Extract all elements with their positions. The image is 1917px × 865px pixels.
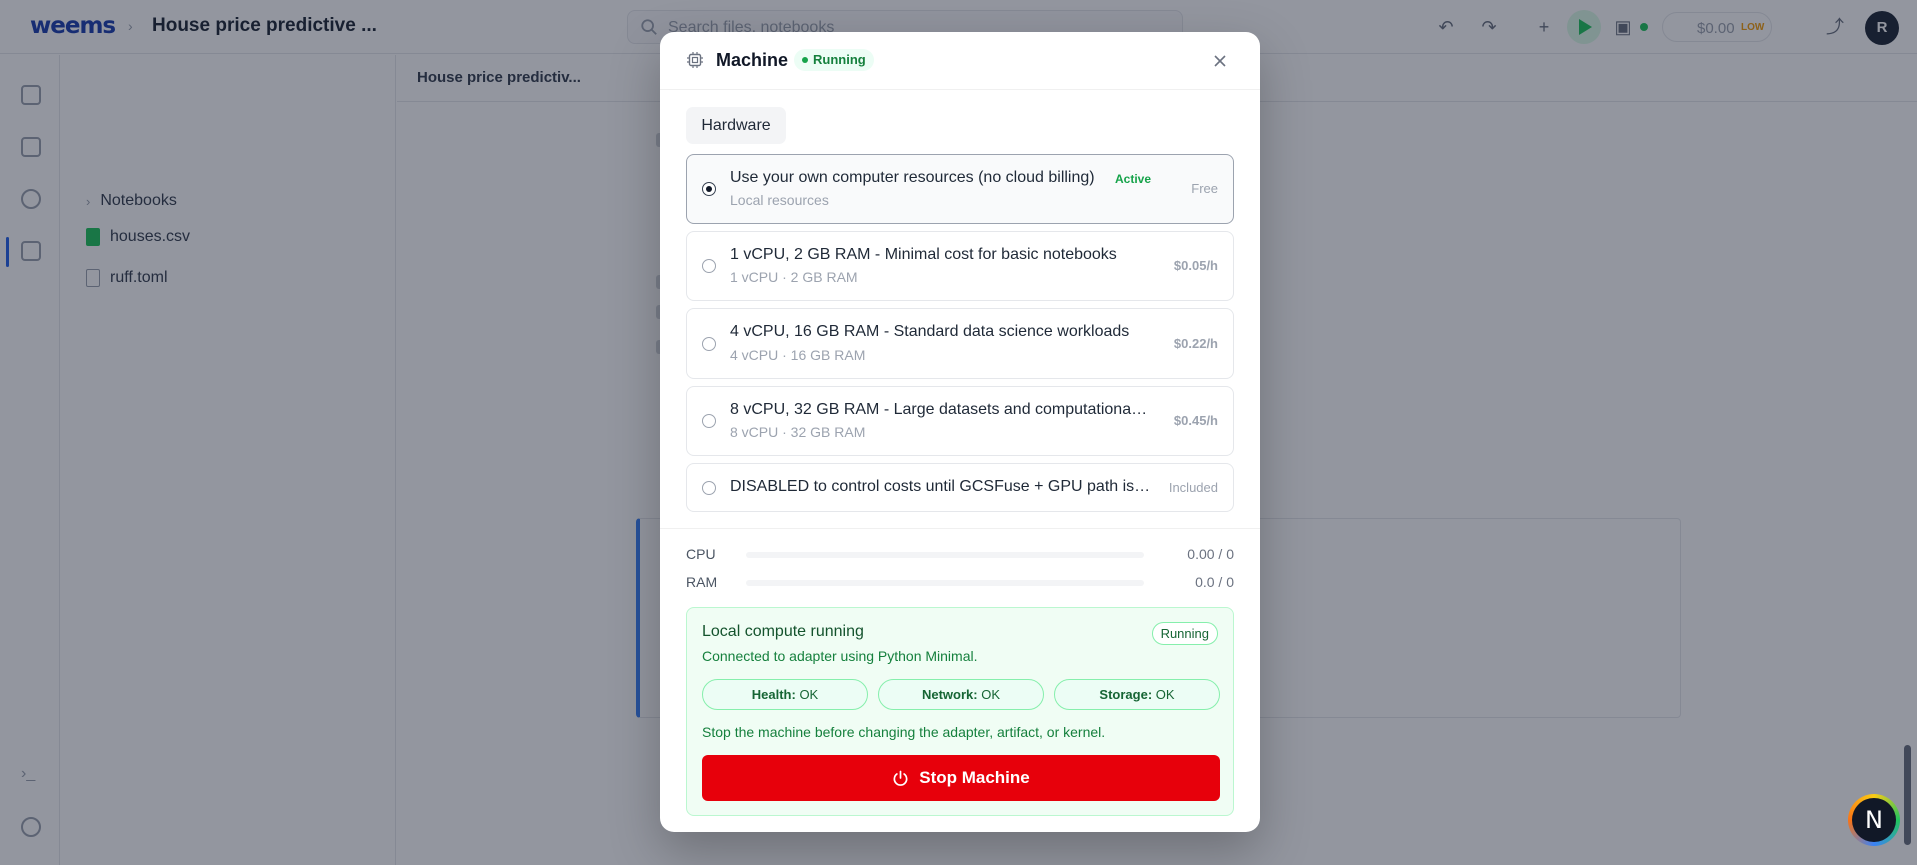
- assistant-initial: N: [1852, 798, 1896, 842]
- check-value: OK: [981, 687, 1001, 702]
- status-badge: Running: [794, 49, 874, 71]
- storage-check-pill: Storage: OK: [1054, 679, 1220, 710]
- option-price: $0.05/h: [1173, 258, 1218, 273]
- radio-unselected[interactable]: [702, 337, 716, 351]
- power-icon: [893, 770, 908, 786]
- option-title: 8 vCPU, 32 GB RAM - Large datasets and c…: [730, 401, 1150, 418]
- tab-hardware[interactable]: Hardware: [686, 107, 786, 144]
- compute-status-badge: Running: [1151, 622, 1218, 645]
- compute-status-title: Local compute running: [702, 623, 864, 640]
- hardware-option-gpu-disabled[interactable]: DISABLED to control costs until GCSFuse …: [686, 463, 1234, 512]
- option-price: Free: [1191, 181, 1218, 196]
- option-subtitle: 1 vCPU · 2 GB RAM: [730, 269, 858, 285]
- radio-unselected[interactable]: [702, 481, 716, 495]
- option-price: $0.45/h: [1173, 413, 1218, 428]
- option-price: Included: [1168, 480, 1218, 495]
- radio-unselected[interactable]: [702, 414, 716, 428]
- machine-dialog: Machine Running Hardware Use your own co…: [660, 32, 1260, 832]
- radio-unselected[interactable]: [702, 259, 716, 273]
- check-label: Health:: [751, 687, 796, 702]
- compute-note: Stop the machine before changing the ada…: [702, 724, 1106, 740]
- hardware-option-4vcpu[interactable]: 4 vCPU, 16 GB RAM - Standard data scienc…: [686, 308, 1234, 379]
- active-badge: Active: [1115, 172, 1152, 186]
- hardware-option-local[interactable]: Use your own computer resources (no clou…: [686, 154, 1234, 224]
- ram-meter: [746, 580, 1144, 586]
- cpu-meter-value: 0.00 / 0: [1187, 546, 1234, 562]
- section-divider: [660, 528, 1260, 529]
- cpu-meter-label: CPU: [686, 546, 716, 562]
- close-icon[interactable]: [1209, 50, 1231, 72]
- option-price: $0.22/h: [1173, 336, 1218, 351]
- check-label: Storage:: [1099, 687, 1153, 702]
- health-check-pill: Health: OK: [702, 679, 868, 710]
- check-label: Network:: [921, 687, 978, 702]
- compute-status-description: Connected to adapter using Python Minima…: [702, 648, 978, 664]
- ram-meter-label: RAM: [686, 574, 718, 590]
- cpu-chip-icon: [687, 52, 703, 68]
- radio-selected[interactable]: [702, 182, 716, 196]
- dialog-header: Machine Running: [660, 32, 1260, 90]
- option-title: 4 vCPU, 16 GB RAM - Standard data scienc…: [730, 323, 1130, 340]
- assistant-button[interactable]: N: [1848, 794, 1900, 846]
- network-check-pill: Network: OK: [878, 679, 1044, 710]
- option-title: Use your own computer resources (no clou…: [730, 169, 1095, 186]
- hardware-option-8vcpu[interactable]: 8 vCPU, 32 GB RAM - Large datasets and c…: [686, 386, 1234, 456]
- option-title: DISABLED to control costs until GCSFuse …: [730, 478, 1152, 495]
- ram-meter-value: 0.0 / 0: [1195, 574, 1234, 590]
- cpu-meter: [746, 552, 1144, 558]
- hardware-option-1vcpu[interactable]: 1 vCPU, 2 GB RAM - Minimal cost for basi…: [686, 231, 1234, 301]
- option-title: 1 vCPU, 2 GB RAM - Minimal cost for basi…: [730, 246, 1117, 263]
- compute-status-panel: Local compute running Running Connected …: [686, 607, 1234, 816]
- dialog-title: Machine: [716, 50, 789, 70]
- check-value: OK: [1155, 687, 1175, 702]
- option-subtitle: 8 vCPU · 32 GB RAM: [730, 424, 866, 440]
- option-subtitle: 4 vCPU · 16 GB RAM: [730, 347, 866, 363]
- stop-machine-button[interactable]: Stop Machine: [702, 755, 1220, 801]
- stop-machine-label: Stop Machine: [919, 768, 1030, 787]
- check-value: OK: [799, 687, 819, 702]
- option-subtitle: Local resources: [730, 192, 829, 208]
